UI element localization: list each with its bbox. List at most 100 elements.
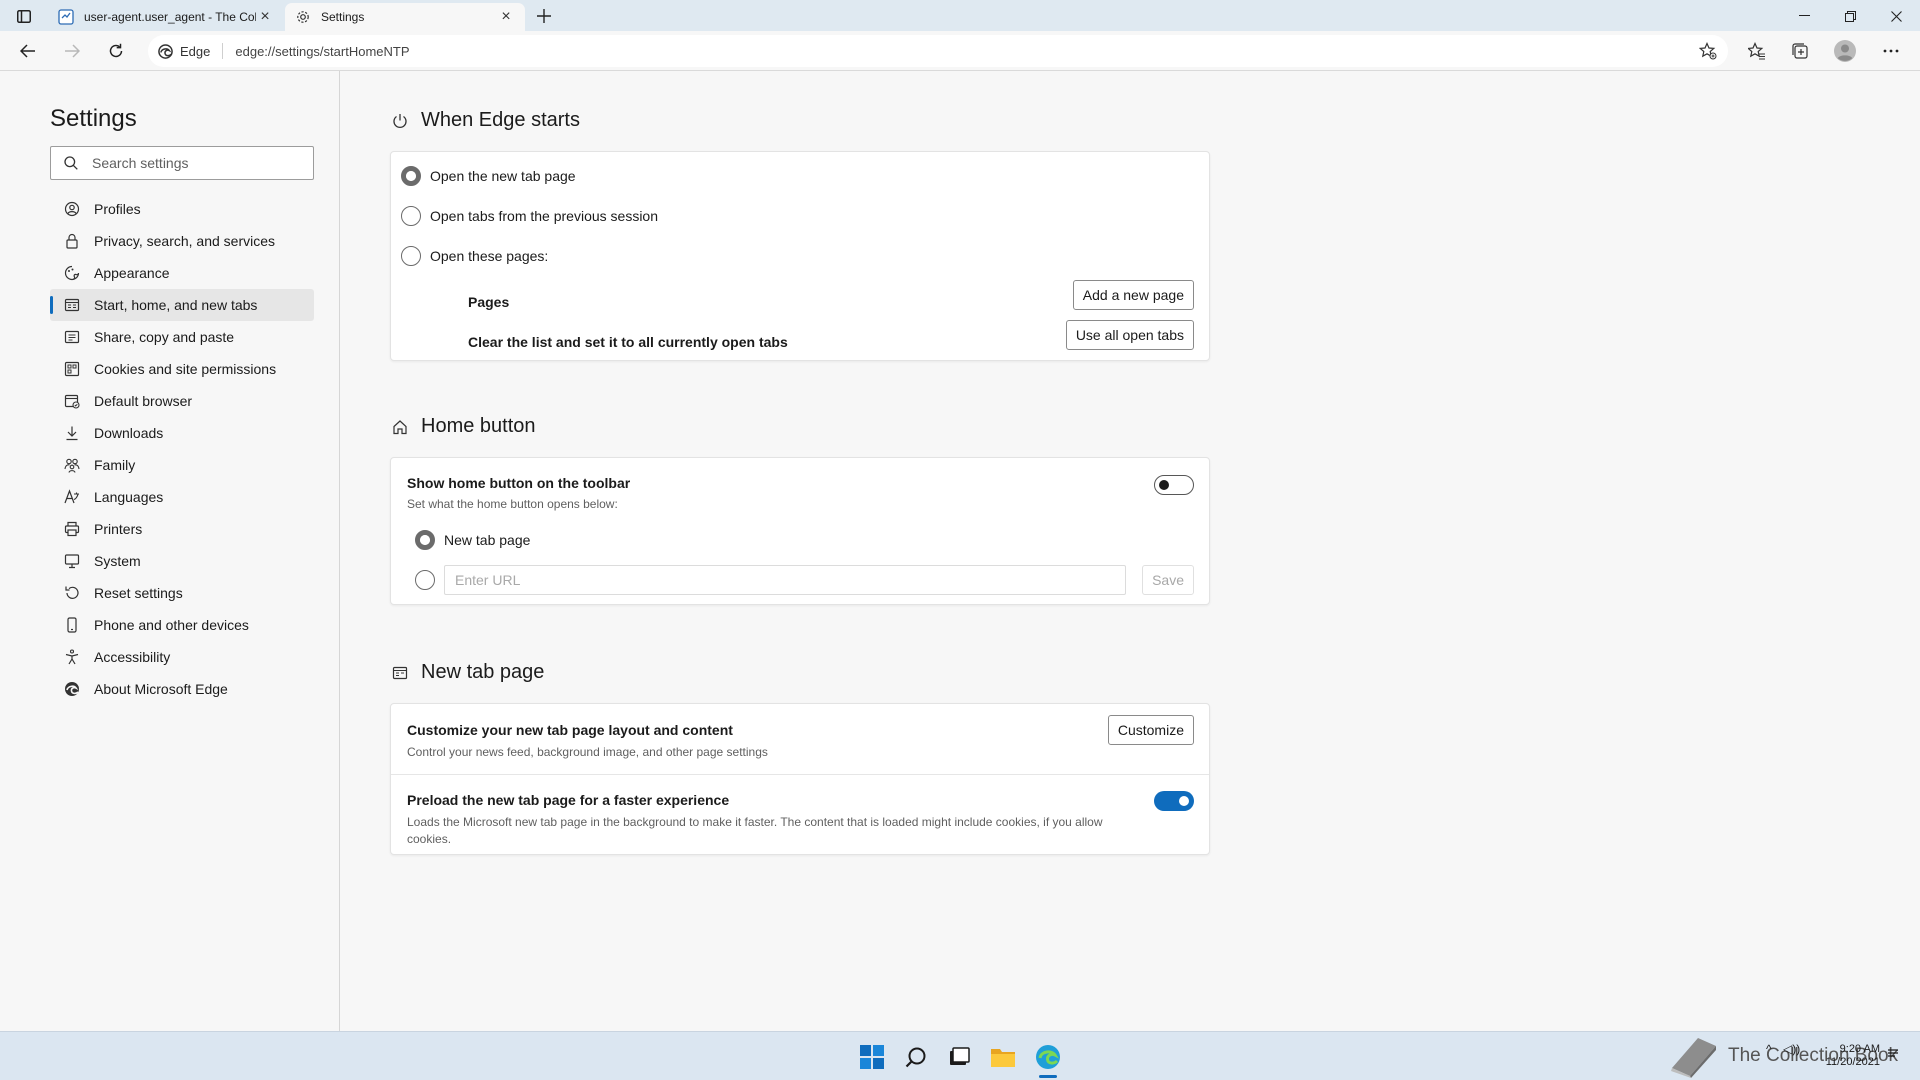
sidebar-item-about-edge[interactable]: About Microsoft Edge (50, 673, 314, 705)
file-explorer-button[interactable] (986, 1040, 1020, 1074)
radio-home-new-tab[interactable]: New tab page (415, 530, 530, 550)
more-options-button[interactable] (1876, 37, 1906, 65)
search-taskbar-button[interactable] (899, 1040, 933, 1074)
sidebar-item-downloads[interactable]: Downloads (50, 417, 314, 449)
start-button[interactable] (855, 1040, 889, 1074)
notification-icon[interactable] (1886, 1046, 1900, 1063)
forward-arrow-icon (65, 44, 80, 58)
sidebar-item-label: Phone and other devices (94, 617, 249, 633)
radio-open-previous-tabs[interactable]: Open tabs from the previous session (401, 206, 658, 226)
sidebar-item-reset-settings[interactable]: Reset settings (50, 577, 314, 609)
sidebar-item-start-home-new-tabs[interactable]: Start, home, and new tabs (50, 289, 314, 321)
minimize-button[interactable] (1784, 4, 1824, 28)
radio-button[interactable] (401, 246, 421, 266)
close-window-button[interactable] (1876, 4, 1916, 28)
customize-button[interactable]: Customize (1107, 715, 1194, 745)
sidebar-item-languages[interactable]: Languages (50, 481, 314, 513)
title-bar: user-agent.user_agent - The Coll × Setti… (0, 0, 1920, 31)
clear-list-label: Clear the list and set it to all current… (468, 334, 788, 350)
radio-button-checked[interactable] (401, 166, 421, 186)
profile-button[interactable] (1830, 37, 1860, 65)
plus-icon (537, 9, 551, 23)
chevron-up-icon[interactable]: ^ (1766, 1042, 1772, 1056)
site-identity[interactable]: Edge (158, 43, 224, 59)
clock[interactable]: 9:20 AM 11/20/2021 (1826, 1043, 1880, 1069)
power-icon (391, 112, 409, 130)
notification-icon (1888, 1049, 1898, 1057)
accessibility-icon (64, 649, 80, 665)
sidebar-item-label: Cookies and site permissions (94, 361, 277, 377)
collections-button[interactable] (1785, 37, 1815, 65)
radio-label: Open tabs from the previous session (430, 208, 659, 224)
url-text[interactable]: edge://settings/startHomeNTP (235, 44, 409, 59)
address-bar[interactable]: Edge edge://settings/startHomeNTP (148, 35, 1728, 67)
restore-button[interactable] (1830, 4, 1870, 28)
radio-button[interactable] (415, 570, 435, 590)
use-all-open-tabs-button[interactable]: Use all open tabs (1065, 320, 1194, 350)
close-tab-icon[interactable]: × (497, 8, 515, 26)
settings-content: When Edge starts Open the new tab page O… (341, 71, 1920, 1031)
close-tab-icon[interactable]: × (256, 8, 274, 26)
task-view-button[interactable] (942, 1040, 976, 1074)
sidebar-item-label: Profiles (94, 201, 141, 217)
book-logo-icon (1671, 1038, 1716, 1078)
sidebar-item-profiles[interactable]: Profiles (50, 193, 314, 225)
sidebar-item-family[interactable]: Family (50, 449, 314, 481)
sidebar-item-privacy[interactable]: Privacy, search, and services (50, 225, 314, 257)
settings-title: Settings (50, 105, 137, 132)
sidebar-item-cookies[interactable]: Cookies and site permissions (50, 353, 314, 385)
search-settings-box[interactable] (50, 146, 314, 180)
tab-actions-button[interactable] (10, 5, 38, 27)
radio-open-these-pages[interactable]: Open these pages: (401, 246, 548, 266)
favorites-icon (1748, 42, 1765, 60)
phone-icon (64, 617, 80, 633)
tab-title: user-agent.user_agent - The Coll (84, 10, 256, 24)
folder-icon (991, 1049, 1015, 1067)
refresh-button[interactable] (100, 36, 132, 66)
preload-toggle[interactable] (1154, 791, 1194, 811)
reset-icon (64, 585, 80, 601)
radio-button-checked[interactable] (415, 530, 435, 550)
clock-time: 9:20 AM (1839, 1043, 1880, 1055)
search-settings-input[interactable] (92, 155, 292, 171)
radio-button[interactable] (401, 206, 421, 226)
section-heading: When Edge starts (421, 109, 580, 131)
preload-desc: Loads the Microsoft new tab page in the … (407, 815, 1103, 846)
sidebar-item-phone-devices[interactable]: Phone and other devices (50, 609, 314, 641)
printer-icon (64, 521, 80, 537)
lock-icon (64, 233, 80, 249)
radio-home-url[interactable] (415, 570, 444, 590)
tab-settings[interactable]: Settings × (285, 3, 525, 31)
sidebar-item-system[interactable]: System (50, 545, 314, 577)
settings-nav: Profiles Privacy, search, and services A… (50, 193, 314, 705)
languages-icon (64, 489, 80, 505)
new-tab-button[interactable] (531, 5, 557, 27)
add-favorite-button[interactable] (1698, 41, 1718, 61)
show-home-button-toggle[interactable] (1154, 475, 1194, 495)
sidebar-item-appearance[interactable]: Appearance (50, 257, 314, 289)
volume-icon[interactable]: ◁)) (1783, 1042, 1800, 1056)
family-icon (64, 457, 80, 473)
profile-icon (64, 201, 80, 217)
edge-taskbar-button[interactable] (1031, 1040, 1065, 1074)
show-home-button-desc: Set what the home button opens below: (407, 497, 618, 511)
save-url-button[interactable]: Save (1142, 565, 1194, 595)
tab-user-agent[interactable]: user-agent.user_agent - The Coll × (48, 3, 284, 31)
search-icon (64, 156, 78, 170)
favorites-button[interactable] (1742, 37, 1772, 65)
sidebar-item-printers[interactable]: Printers (50, 513, 314, 545)
back-button[interactable] (12, 36, 44, 66)
system-icon (64, 553, 80, 569)
sidebar-item-label: Share, copy and paste (94, 329, 235, 345)
radio-open-new-tab[interactable]: Open the new tab page (401, 166, 576, 186)
add-new-page-button[interactable]: Add a new page (1072, 280, 1194, 310)
sidebar-item-accessibility[interactable]: Accessibility (50, 641, 314, 673)
sidebar-item-share-copy-paste[interactable]: Share, copy and paste (50, 321, 314, 353)
tray-icons[interactable]: ^ ◁)) (1766, 1042, 1800, 1056)
forward-button[interactable] (56, 36, 88, 66)
home-url-input[interactable] (444, 565, 1126, 595)
customize-title: Customize your new tab page layout and c… (407, 722, 733, 738)
section-heading: Home button (421, 415, 536, 437)
sidebar-item-default-browser[interactable]: Default browser (50, 385, 314, 417)
clock-date: 11/20/2021 (1825, 1056, 1880, 1068)
